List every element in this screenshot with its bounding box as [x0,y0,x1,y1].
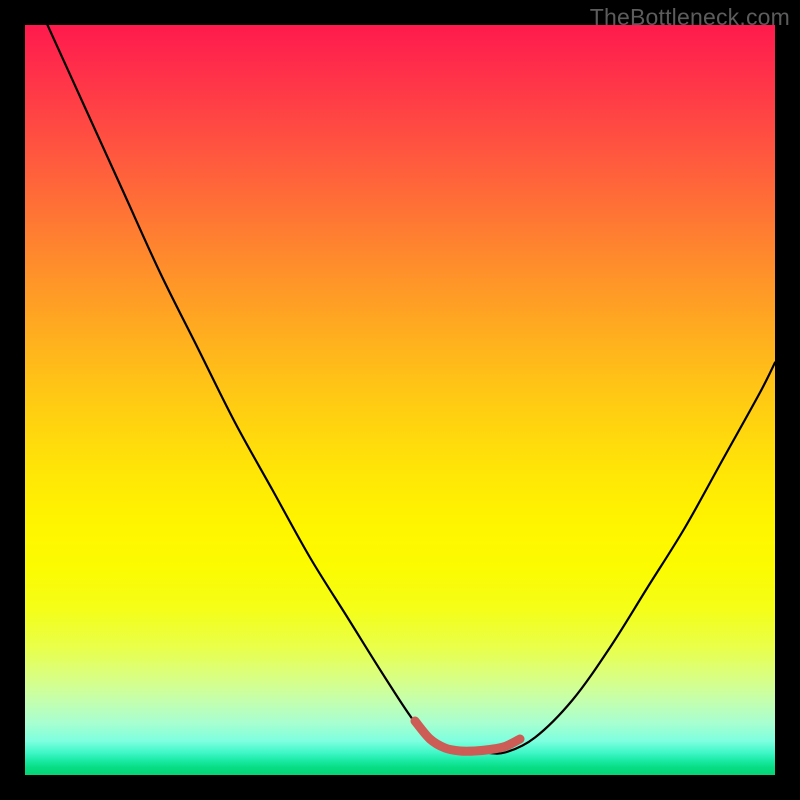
optimal-range-marker [415,721,520,751]
watermark-text: TheBottleneck.com [590,4,790,31]
chart-frame: TheBottleneck.com [0,0,800,800]
plot-area [25,25,775,775]
plot-area-border [25,25,775,775]
bottleneck-curve [48,25,776,754]
chart-svg [25,25,775,775]
